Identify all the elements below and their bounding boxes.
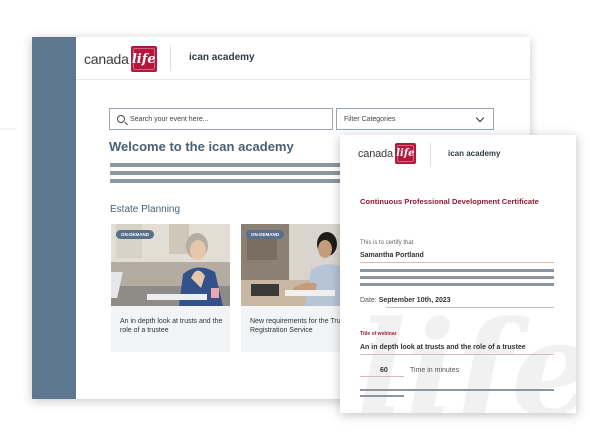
text-placeholder-bar [360,283,554,286]
academy-header: canada life ican academy [76,37,530,80]
time-label: Time in minutes [410,367,460,374]
chevron-down-icon [475,113,485,123]
text-placeholder-bar [360,395,404,397]
search-input[interactable]: Search your event here... [109,108,333,130]
webinar-label: Title of webinar [360,331,397,337]
certificate-title: Continuous Professional Development Cert… [360,197,539,206]
cpd-certificate: life canada life ican academy Continuous… [340,135,576,413]
filter-label: Filter Categories [344,115,396,123]
life-logo-mark: life [130,46,157,72]
background-decoration [0,128,16,130]
canada-life-logo[interactable]: canada life [84,46,157,72]
text-placeholder-bar [110,179,350,183]
on-demand-badge: ON-DEMAND [246,230,284,239]
text-placeholder-bar [110,171,350,175]
date-field: Date: September 10th, 2023 [360,297,451,304]
search-placeholder: Search your event here... [130,115,209,123]
text-placeholder-bar [360,276,554,279]
recipient-name: Samantha Portland [360,252,424,259]
filter-categories-select[interactable]: Filter Categories [336,108,494,130]
text-placeholder-bar [360,389,554,391]
certificate-brand: ican academy [448,149,501,158]
webinar-underline [360,354,554,355]
time-underline [360,376,404,377]
life-logo-mark: life [394,143,416,164]
time-value: 60 [380,367,388,374]
page-title: Welcome to the ican academy [109,139,294,154]
academy-title: ican academy [189,52,255,63]
event-card-title: An in depth look at trusts and the role … [120,318,223,334]
search-icon [117,115,125,123]
date-underline [386,307,554,308]
certificate-date: September 10th, 2023 [378,297,451,304]
on-demand-badge: ON-DEMAND [116,230,154,239]
text-placeholder-bar [360,269,554,272]
text-placeholder-bar [110,163,350,167]
canada-life-logo: canada life [358,143,416,164]
event-card[interactable]: ON-DEMAND An in depth look at trusts and… [111,224,230,352]
webinar-title: An in depth look at trusts and the role … [360,344,526,351]
header-divider [430,143,431,167]
certify-text: This is to certify that [360,240,414,246]
section-title: Estate Planning [110,204,181,215]
side-rail [32,37,76,399]
signature-line [360,262,554,263]
event-card-title: New requirements for the Trust Registrat… [250,318,347,334]
header-divider [170,45,171,71]
